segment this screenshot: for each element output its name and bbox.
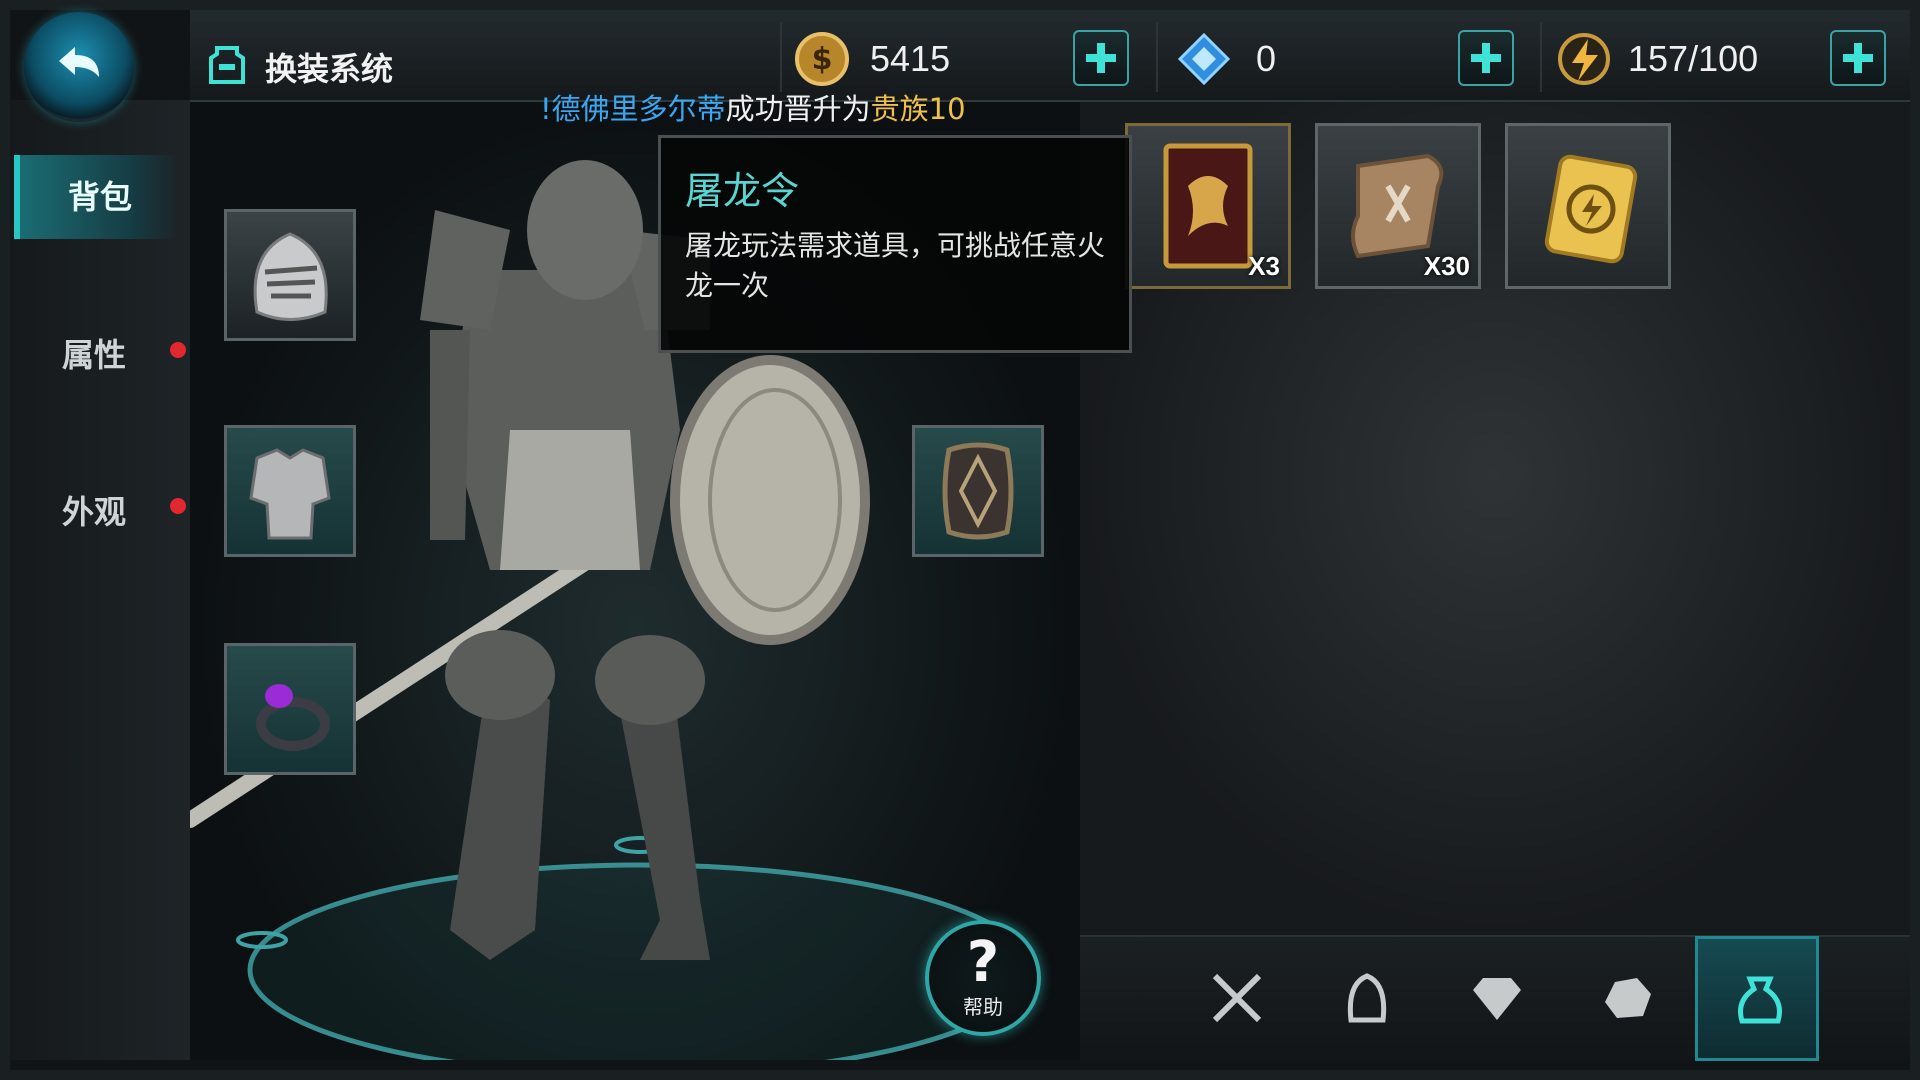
category-gems[interactable] [1435,936,1559,1061]
weapon-icon [1212,973,1262,1023]
equip-slot-shield[interactable] [912,425,1044,557]
tooltip-title: 屠龙令 [685,169,800,213]
helmet-item-icon [253,232,328,321]
gold-coin-icon: $ [795,32,849,86]
category-materials[interactable] [1565,936,1689,1061]
wardrobe-icon [209,46,245,84]
gem-icon [1473,978,1521,1020]
item-count: X30 [1423,251,1470,281]
category-items[interactable] [1695,936,1819,1061]
inventory-item-dragon-token[interactable]: X3 [1125,123,1291,289]
diamond-icon [1177,32,1231,86]
help-label: 帮助 [963,995,1003,1019]
inventory-item-energy-card[interactable] [1505,123,1671,289]
back-button[interactable] [24,12,134,122]
news-ticker: !德佛里多尔蒂成功晋升为贵族10 [540,86,966,128]
ore-icon [1605,978,1651,1018]
gold-amount: 5415 [870,38,951,79]
news-rank: 贵族10 [870,92,966,126]
news-player-name: !德佛里多尔蒂 [540,92,726,126]
divider [780,22,782,92]
equip-slot-helmet[interactable] [224,209,356,341]
tab-bag[interactable]: 背包 [14,155,180,239]
armor-item-icon [249,448,331,540]
divider [1156,22,1158,92]
tab-appearance[interactable]: 外观 [14,470,174,554]
divider [1540,22,1542,92]
bag-icon [1738,976,1782,1024]
energy-card-icon [1544,154,1638,264]
ring-item-icon [256,684,330,751]
add-gems-button[interactable] [1458,30,1514,86]
news-message: 成功晋升为 [725,92,871,126]
equip-slot-ring[interactable] [224,643,356,775]
tab-bag-label: 背包 [67,178,132,216]
category-armor[interactable] [1305,936,1429,1061]
category-weapons[interactable] [1175,936,1299,1061]
add-gold-button[interactable] [1073,30,1129,86]
tab-attributes[interactable]: 属性 [14,313,174,397]
tooltip-description: 屠龙玩法需求道具，可挑战任意火龙一次 [685,229,1106,302]
equip-slot-armor[interactable] [224,425,356,557]
energy-amount: 157/100 [1628,38,1759,79]
page-title: 换装系统 [265,50,394,88]
energy-icon [1558,33,1610,85]
add-energy-button[interactable] [1830,30,1886,86]
item-count: X3 [1248,251,1280,281]
inventory-item-scroll[interactable]: X30 [1315,123,1481,289]
tab-attributes-label: 属性 [61,336,126,374]
tab-appearance-label: 外观 [61,493,126,531]
item-tooltip: 屠龙令 屠龙玩法需求道具，可挑战任意火龙一次 [658,135,1132,353]
appearance-alert-dot [170,498,186,514]
help-button[interactable]: ? 帮助 [925,920,1041,1036]
back-arrow-icon [59,47,99,77]
question-icon: ? [966,930,1000,995]
attributes-alert-dot [170,342,186,358]
svg-text:$: $ [812,42,833,77]
gem-amount: 0 [1256,38,1277,79]
sidebar [10,100,190,1060]
shield-item-icon [942,442,1014,540]
helmet-icon [1347,973,1387,1023]
